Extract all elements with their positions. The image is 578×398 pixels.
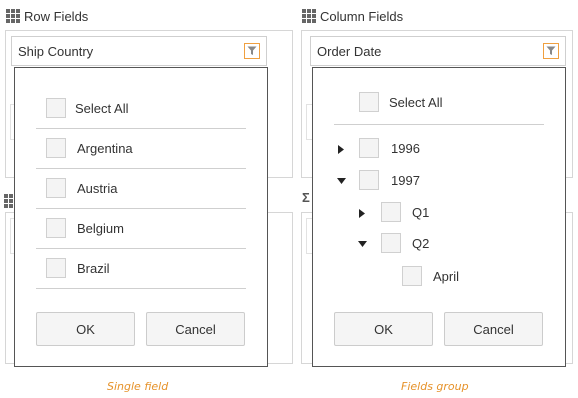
grid-icon bbox=[6, 9, 20, 23]
divider bbox=[36, 208, 246, 209]
filter-icon[interactable] bbox=[244, 43, 260, 59]
tree-node-april[interactable]: April bbox=[402, 266, 459, 286]
column-fields-title: Column Fields bbox=[320, 8, 404, 24]
item-label: Belgium bbox=[77, 220, 124, 236]
select-all-row[interactable]: Select All bbox=[46, 98, 128, 118]
grid-icon bbox=[302, 9, 316, 23]
list-item[interactable]: Argentina bbox=[46, 138, 133, 158]
item-checkbox[interactable] bbox=[46, 258, 66, 278]
triangle-down-icon[interactable] bbox=[336, 176, 346, 186]
tree-node-label: 1996 bbox=[391, 140, 420, 156]
column-fields-header: Column Fields bbox=[302, 6, 403, 26]
item-label: Argentina bbox=[77, 140, 133, 156]
select-all-label: Select All bbox=[389, 94, 443, 110]
sigma-icon: Σ bbox=[302, 190, 310, 205]
single-field-filter-popup: Select All Argentina Austria Belgium Bra… bbox=[14, 67, 268, 367]
tree-checkbox[interactable] bbox=[381, 233, 401, 253]
select-all-checkbox[interactable] bbox=[46, 98, 66, 118]
tree-checkbox[interactable] bbox=[359, 138, 379, 158]
tree-checkbox[interactable] bbox=[381, 202, 401, 222]
item-checkbox[interactable] bbox=[46, 138, 66, 158]
order-date-field[interactable]: Order Date bbox=[310, 36, 566, 66]
filter-icon[interactable] bbox=[543, 43, 559, 59]
tree-node-1997[interactable]: 1997 bbox=[359, 170, 420, 190]
cancel-button[interactable]: Cancel bbox=[146, 312, 245, 346]
triangle-right-icon[interactable] bbox=[336, 144, 346, 154]
select-all-row[interactable]: Select All bbox=[359, 92, 442, 112]
item-checkbox[interactable] bbox=[46, 218, 66, 238]
tree-node-q2[interactable]: Q2 bbox=[381, 233, 429, 253]
ok-button[interactable]: OK bbox=[334, 312, 433, 346]
tree-checkbox[interactable] bbox=[359, 170, 379, 190]
divider bbox=[36, 168, 246, 169]
tree-checkbox[interactable] bbox=[402, 266, 422, 286]
divider bbox=[36, 288, 246, 289]
tree-node-q1[interactable]: Q1 bbox=[381, 202, 429, 222]
list-item[interactable]: Belgium bbox=[46, 218, 124, 238]
select-all-checkbox[interactable] bbox=[359, 92, 379, 112]
select-all-label: Select All bbox=[75, 100, 129, 116]
tree-node-1996[interactable]: 1996 bbox=[359, 138, 420, 158]
tree-node-label: 1997 bbox=[391, 172, 420, 188]
cancel-button[interactable]: Cancel bbox=[444, 312, 543, 346]
ok-button[interactable]: OK bbox=[36, 312, 135, 346]
list-item[interactable]: Austria bbox=[46, 178, 117, 198]
item-checkbox[interactable] bbox=[46, 178, 66, 198]
single-field-caption: Single field bbox=[107, 380, 169, 393]
tree-node-label: Q1 bbox=[412, 204, 430, 220]
item-label: Brazil bbox=[77, 260, 110, 276]
row-fields-title: Row Fields bbox=[24, 8, 89, 24]
triangle-down-icon[interactable] bbox=[357, 239, 367, 249]
list-item[interactable]: Brazil bbox=[46, 258, 110, 278]
divider bbox=[36, 128, 246, 129]
triangle-right-icon[interactable] bbox=[357, 208, 367, 218]
fields-group-filter-popup: Select All 1996 1997 Q1 Q2 April OK Canc… bbox=[312, 67, 566, 367]
fields-group-caption: Fields group bbox=[401, 380, 469, 393]
ship-country-label: Ship Country bbox=[18, 43, 94, 59]
item-label: Austria bbox=[77, 180, 118, 196]
row-fields-header: Row Fields bbox=[6, 6, 88, 26]
tree-node-label: April bbox=[433, 268, 460, 284]
divider bbox=[36, 248, 246, 249]
tree-node-label: Q2 bbox=[412, 235, 430, 251]
order-date-label: Order Date bbox=[317, 43, 382, 59]
divider bbox=[334, 124, 544, 125]
ship-country-field[interactable]: Ship Country bbox=[11, 36, 267, 66]
